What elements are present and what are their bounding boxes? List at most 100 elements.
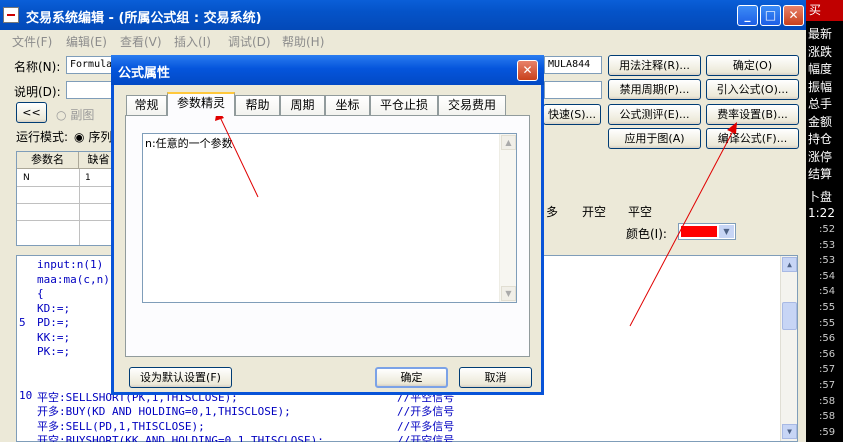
param-table[interactable]: 参数名 缺省 N 1 [16, 151, 119, 246]
section-label: 卜盘 [808, 190, 833, 204]
signal-tab-long[interactable]: 多 [546, 203, 558, 220]
apply-to-chart-button[interactable]: 应用于图(A) [608, 128, 701, 149]
quote-strip: 最新 涨跌 幅度 振幅 总手 金额 持仓 涨停 结算 卜盘 1:22:52:53:53:54:54:… [806, 0, 843, 442]
menu-file[interactable]: 文件(F) [12, 33, 52, 50]
menubar: 文件(F) 编辑(E) 查看(V) 插入(I) 调试(D) 帮助(H) [0, 30, 806, 50]
scroll-up-icon[interactable]: ▲ [782, 257, 797, 272]
app-icon [3, 7, 19, 23]
compile-formula-button[interactable]: 编译公式(F)... [706, 128, 799, 149]
tick-time: :54 [819, 270, 836, 282]
code-scrollbar[interactable]: ▲ ▼ [780, 256, 797, 441]
scroll-thumb[interactable] [782, 302, 797, 330]
code-line[interactable]: PK:=; [37, 345, 70, 358]
menu-view[interactable]: 查看(V) [120, 33, 162, 50]
param-wizard-page: n:任意的一个参数 ▲ ▼ [125, 115, 530, 357]
dialog-cancel-button[interactable]: 取消 [459, 367, 532, 388]
code-comment: //开空信号 [397, 434, 455, 442]
tick-time: :59 [819, 426, 836, 438]
scroll-down-icon[interactable]: ▼ [782, 424, 797, 439]
subchart-label: 副图 [70, 108, 95, 122]
import-formula-button[interactable]: 引入公式(O)... [706, 79, 799, 100]
scroll-down-icon[interactable]: ▼ [501, 286, 516, 301]
color-picker[interactable]: ▼ [678, 223, 736, 240]
quote-field-label: 振幅 [808, 79, 833, 94]
menu-edit[interactable]: 编辑(E) [66, 33, 107, 50]
runmode-sequence-radio[interactable]: ◉ 序列 [74, 128, 112, 145]
close-button[interactable]: ✕ [783, 5, 804, 26]
param-name-header: 参数名 [17, 152, 79, 169]
quote-field-label: 金额 [808, 114, 833, 129]
tick-time: :52 [819, 224, 836, 235]
tab-period[interactable]: 周期 [280, 95, 325, 115]
name-input-right[interactable]: MULA844 [544, 56, 602, 74]
tab-param-wizard[interactable]: 参数精灵 [167, 92, 235, 116]
table-column-divider [79, 169, 80, 245]
code-line[interactable]: KD:=; [37, 302, 70, 315]
tab-trade-fee[interactable]: 交易费用 [438, 95, 506, 115]
tick-time: :56 [819, 348, 836, 360]
table-row-divider [17, 203, 119, 204]
dialog-titlebar[interactable]: 公式属性 ✕ [111, 55, 544, 85]
radio-selected-icon: ◉ [74, 130, 85, 144]
menu-help[interactable]: 帮助(H) [282, 33, 324, 50]
formula-properties-dialog: 公式属性 ✕ 常规 参数精灵 帮助 周期 坐标 平仓止损 交易费用 n:任意的一… [111, 55, 544, 395]
quote-field-label: 总手 [808, 97, 833, 111]
description-label: 说明(D): [14, 85, 61, 99]
menu-debug[interactable]: 调试(D) [228, 33, 271, 50]
fee-settings-button[interactable]: 费率设置(B)... [706, 104, 799, 125]
name-label: 名称(N): [14, 60, 61, 74]
minimize-button[interactable]: _ [737, 5, 758, 26]
quote-field-label: 涨停 [808, 149, 833, 164]
code-line[interactable]: PD:=; [37, 316, 70, 329]
maximize-button[interactable]: □ [760, 5, 781, 26]
tick-time: :57 [819, 380, 836, 391]
set-default-button[interactable]: 设为默认设置(F) [129, 367, 232, 388]
signal-tab-close-short[interactable]: 平空 [628, 203, 652, 220]
tab-help[interactable]: 帮助 [235, 95, 280, 115]
fast-button[interactable]: 快速(S)... [543, 104, 601, 125]
description-input-right[interactable] [544, 81, 602, 99]
buy-tag: 买 [806, 0, 843, 21]
code-line[interactable]: maa:ma(c,n), [37, 273, 116, 286]
editor-titlebar[interactable]: 交易系统编辑 - (所属公式组 : 交易系统) _ □ ✕ [0, 0, 806, 30]
description-input[interactable] [66, 81, 116, 99]
tab-general[interactable]: 常规 [126, 95, 167, 115]
tick-time: :57 [819, 364, 836, 376]
runmode-label: 运行模式: [16, 130, 69, 144]
line-number: 10 [19, 388, 33, 402]
ok-button[interactable]: 确定(O) [706, 55, 799, 76]
param-default-cell[interactable]: 1 [85, 173, 91, 183]
tab-stop-loss[interactable]: 平仓止损 [370, 95, 438, 115]
time-header: 1:22 [808, 206, 835, 220]
param-name-cell[interactable]: N [23, 173, 30, 183]
param-help-textbox[interactable]: n:任意的一个参数 ▲ ▼ [142, 133, 517, 303]
radio-icon: ○ [56, 108, 67, 122]
tick-time: :58 [819, 411, 836, 423]
quote-field-label: 幅度 [808, 62, 833, 76]
code-line[interactable]: 开空:BUYSHORT(KK AND HOLDING=0,1,THISCLOSE… [37, 432, 324, 442]
name-input[interactable]: Formula [66, 56, 116, 74]
dialog-ok-button[interactable]: 确定 [375, 367, 448, 388]
table-row-divider [17, 186, 119, 187]
code-line[interactable]: KK:=; [37, 331, 70, 344]
menu-insert[interactable]: 插入(I) [174, 33, 211, 50]
code-line[interactable]: { [37, 287, 44, 300]
help-scrollbar[interactable]: ▲ ▼ [499, 134, 516, 302]
scroll-up-icon[interactable]: ▲ [501, 135, 516, 150]
signal-tab-open-short[interactable]: 开空 [582, 203, 606, 220]
color-label: 颜色(I): [626, 227, 667, 241]
tick-time: :56 [819, 333, 836, 345]
tick-time: :54 [819, 286, 836, 298]
formula-test-button[interactable]: 公式测评(E)... [608, 104, 701, 125]
quote-field-label: 持仓 [808, 132, 833, 146]
usage-note-button[interactable]: 用法注释(R)... [608, 55, 701, 76]
subchart-radio[interactable]: ○ 副图 [56, 106, 94, 123]
tick-time: :55 [819, 302, 836, 313]
disable-period-button[interactable]: 禁用周期(P)... [608, 79, 701, 100]
dialog-close-button[interactable]: ✕ [517, 60, 538, 81]
nav-prev-button[interactable]: << [16, 102, 47, 123]
dropdown-arrow-icon[interactable]: ▼ [719, 225, 734, 238]
code-line[interactable]: input:n(1) [37, 258, 103, 271]
table-row-divider [17, 220, 119, 221]
tab-axis[interactable]: 坐标 [325, 95, 370, 115]
